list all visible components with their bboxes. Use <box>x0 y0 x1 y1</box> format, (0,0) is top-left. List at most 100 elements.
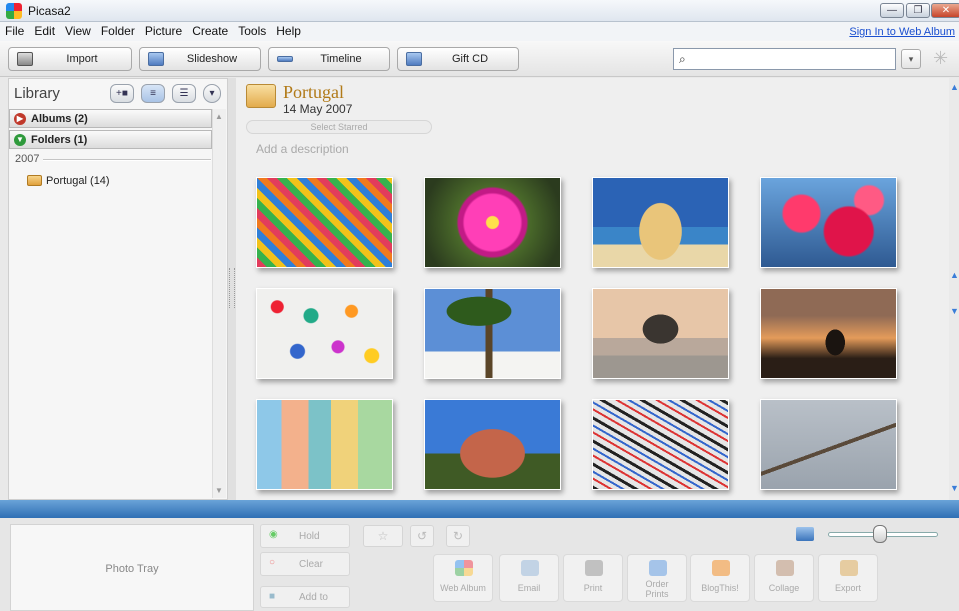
photo-thumbnail[interactable] <box>592 288 729 379</box>
library-title: Library <box>14 85 60 102</box>
sign-in-link[interactable]: Sign In to Web Album <box>849 26 955 38</box>
menu-picture[interactable]: Picture <box>140 22 187 40</box>
panel-splitter[interactable] <box>228 78 236 500</box>
album-date: 14 May 2007 <box>283 102 353 116</box>
export-icon <box>840 560 858 576</box>
tree-view-button[interactable]: ☰ <box>172 84 196 103</box>
star-button[interactable]: ☆ <box>363 525 403 547</box>
clear-button[interactable]: ○ Clear <box>260 552 350 576</box>
album-view: Portugal 14 May 2007 Select Starred Add … <box>236 78 949 500</box>
search-input[interactable] <box>694 51 892 67</box>
search-icon: ⌕ <box>679 52 686 66</box>
thumbnail-size-icon <box>796 527 814 541</box>
folder-icon <box>27 175 42 186</box>
timeline-icon <box>277 56 293 62</box>
email-button[interactable]: Email <box>499 554 559 602</box>
photo-thumbnail[interactable] <box>256 288 393 379</box>
bottom-tray: Photo Tray ◉ Hold ○ Clear ■ Add to ☆ ↺ ↻… <box>0 518 959 611</box>
expanded-arrow-icon: ▼ <box>14 134 26 146</box>
scroll-down-icon[interactable]: ▼ <box>215 486 223 495</box>
menu-help[interactable]: Help <box>271 22 306 40</box>
export-button[interactable]: Export <box>818 554 878 602</box>
slider-handle[interactable] <box>873 525 887 543</box>
web-album-button[interactable]: Web Album <box>433 554 493 602</box>
photo-thumbnail[interactable] <box>424 399 561 490</box>
add-to-button[interactable]: ■ Add to <box>260 586 350 608</box>
menu-bar: File Edit View Folder Picture Create Too… <box>0 22 959 41</box>
library-menu-button[interactable]: ▾ <box>203 84 221 103</box>
tray-divider-bar <box>0 500 959 518</box>
list-view-button[interactable]: ≡ <box>141 84 165 103</box>
photo-tray[interactable]: Photo Tray <box>10 524 254 611</box>
select-starred-button[interactable]: Select Starred <box>246 120 432 134</box>
year-label: 2007 <box>15 153 40 165</box>
printer-icon <box>585 560 603 576</box>
menu-tools[interactable]: Tools <box>233 22 271 40</box>
search-options-button[interactable]: ▾ <box>901 49 921 69</box>
search-box[interactable]: ⌕ <box>673 48 896 70</box>
email-icon <box>521 560 539 576</box>
menu-view[interactable]: View <box>60 22 96 40</box>
photo-thumbnail[interactable] <box>592 399 729 490</box>
scroll-up-icon[interactable]: ▲ <box>950 270 959 280</box>
scroll-down-icon[interactable]: ▼ <box>950 306 959 316</box>
folders-section[interactable]: ▼ Folders (1) <box>9 130 212 149</box>
gift-cd-icon <box>406 52 422 66</box>
menu-edit[interactable]: Edit <box>29 22 60 40</box>
year-divider: 2007 <box>15 153 212 165</box>
picasa-logo-icon <box>6 3 22 19</box>
import-button[interactable]: Import <box>8 47 132 71</box>
order-prints-button[interactable]: Order Prints <box>627 554 687 602</box>
timeline-button[interactable]: Timeline <box>268 47 390 71</box>
gift-cd-button[interactable]: Gift CD <box>397 47 519 71</box>
clear-icon: ○ <box>269 557 276 568</box>
menu-file[interactable]: File <box>0 22 29 40</box>
photo-thumbnail[interactable] <box>424 177 561 268</box>
album-title[interactable]: Portugal <box>283 82 344 103</box>
add-to-icon: ■ <box>269 591 276 602</box>
album-scrollbar[interactable]: ▲ ▲ ▼ ▼ <box>949 78 959 500</box>
library-header: Library +■ ≡ ☰ ▾ <box>9 79 227 107</box>
minimize-button[interactable]: — <box>880 3 904 18</box>
scroll-top-icon[interactable]: ▲ <box>950 82 959 92</box>
photo-thumbnail[interactable] <box>760 399 897 490</box>
photo-thumbnail[interactable] <box>592 177 729 268</box>
loading-spinner-icon: ✳ <box>933 48 949 68</box>
toolbar: Import Slideshow Timeline Gift CD ⌕ ▾ ✳ <box>0 41 959 77</box>
slideshow-button[interactable]: Slideshow <box>139 47 261 71</box>
hold-button[interactable]: ◉ Hold <box>260 524 350 548</box>
hold-icon: ◉ <box>269 529 278 540</box>
menu-folder[interactable]: Folder <box>96 22 140 40</box>
albums-section[interactable]: ▶ Albums (2) <box>9 109 212 128</box>
close-button[interactable]: ✕ <box>931 3 959 18</box>
photo-thumbnail[interactable] <box>760 177 897 268</box>
maximize-button[interactable]: ❐ <box>906 3 930 18</box>
photo-thumbnail[interactable] <box>256 177 393 268</box>
collapsed-arrow-icon: ▶ <box>14 113 26 125</box>
title-bar: Picasa2 — ❐ ✕ <box>0 0 959 22</box>
order-prints-icon <box>649 560 667 576</box>
collage-icon <box>776 560 794 576</box>
scroll-bottom-icon[interactable]: ▼ <box>950 483 959 493</box>
photo-thumbnail[interactable] <box>760 288 897 379</box>
folder-item-portugal[interactable]: Portugal (14) <box>9 172 212 190</box>
new-album-button[interactable]: +■ <box>110 84 134 103</box>
rotate-right-button[interactable]: ↻ <box>446 525 470 547</box>
camera-icon <box>17 52 33 66</box>
window-title: Picasa2 <box>28 4 71 18</box>
rotate-left-button[interactable]: ↺ <box>410 525 434 547</box>
blogger-icon <box>712 560 730 576</box>
web-album-icon <box>455 560 473 576</box>
blogthis-button[interactable]: BlogThis! <box>690 554 750 602</box>
add-description-field[interactable]: Add a description <box>256 142 349 156</box>
library-scrollbar[interactable]: ▲ ▼ <box>212 109 226 498</box>
library-panel: Library +■ ≡ ☰ ▾ ▶ Albums (2) ▼ Folders … <box>8 78 228 500</box>
album-folder-icon <box>246 84 276 108</box>
collage-button[interactable]: Collage <box>754 554 814 602</box>
photo-thumbnail[interactable] <box>424 288 561 379</box>
photo-thumbnail[interactable] <box>256 399 393 490</box>
menu-create[interactable]: Create <box>187 22 233 40</box>
print-button[interactable]: Print <box>563 554 623 602</box>
scroll-up-icon[interactable]: ▲ <box>215 112 223 121</box>
slideshow-icon <box>148 52 164 66</box>
